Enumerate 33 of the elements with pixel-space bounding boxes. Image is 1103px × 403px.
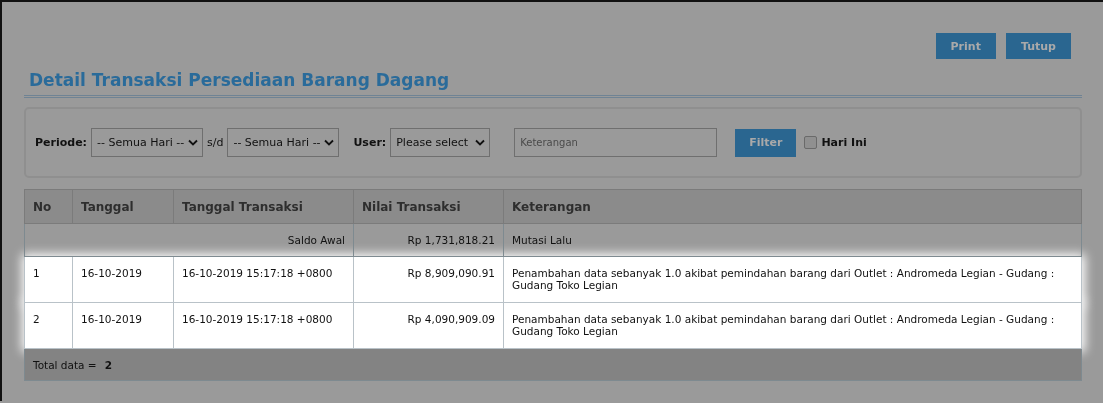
table-cell: Mutasi Lalu bbox=[503, 223, 1082, 257]
table-cell: Saldo Awal bbox=[24, 223, 354, 257]
total-count: 2 bbox=[104, 358, 112, 371]
user-dropdown[interactable]: Please select bbox=[390, 128, 491, 157]
table-cell: 2 bbox=[24, 302, 73, 349]
start-date-dropdown[interactable]: -- Semua Hari -- bbox=[91, 128, 203, 157]
table-cell: 16-10-2019 bbox=[72, 302, 174, 349]
table-cell: 16-10-2019 15:17:18 +0800 bbox=[173, 256, 354, 303]
column-header: No bbox=[24, 189, 73, 224]
end-date-dropdown[interactable]: -- Semua Hari -- bbox=[227, 128, 340, 157]
table-cell: Rp 4,090,909.09 bbox=[353, 302, 504, 349]
column-header: Keterangan bbox=[503, 189, 1082, 224]
column-header: Tanggal Transaksi bbox=[173, 189, 354, 224]
keterangan-field[interactable]: Keterangan bbox=[514, 128, 718, 157]
column-header: Nilai Transaksi bbox=[353, 189, 504, 224]
table-cell: Rp 8,909,090.91 bbox=[353, 256, 504, 303]
caret-icon bbox=[188, 139, 198, 146]
today-label: Hari Ini bbox=[821, 136, 867, 149]
table-cell: Penambahan data sebanyak 1.0 akibat pemindahan barang dari Outlet : Andromeda Legian - Gudang : Gudang Toko Legian bbox=[503, 256, 1082, 303]
range-separator: s/d bbox=[207, 136, 224, 149]
periode-label: Periode: bbox=[35, 136, 87, 149]
caret-icon bbox=[475, 139, 486, 146]
caret-icon bbox=[324, 139, 335, 146]
total-label: Total data = bbox=[33, 358, 97, 371]
table-cell: 16-10-2019 15:17:18 +0800 bbox=[173, 302, 354, 349]
table-cell: 16-10-2019 bbox=[72, 256, 174, 303]
table-cell: 1 bbox=[24, 256, 73, 303]
user-label: User: bbox=[353, 136, 387, 149]
table-cell: Penambahan data sebanyak 1.0 akibat pemindahan barang dari Outlet : Andromeda Legian - Gudang : Gudang Toko Legian bbox=[503, 302, 1082, 349]
table-cell: Rp 1,731,818.21 bbox=[353, 223, 504, 257]
page-title: Detail Transaksi Persediaan Barang Dagang bbox=[29, 70, 451, 92]
today-checkbox[interactable] bbox=[804, 136, 818, 149]
column-header: Tanggal bbox=[72, 189, 174, 224]
